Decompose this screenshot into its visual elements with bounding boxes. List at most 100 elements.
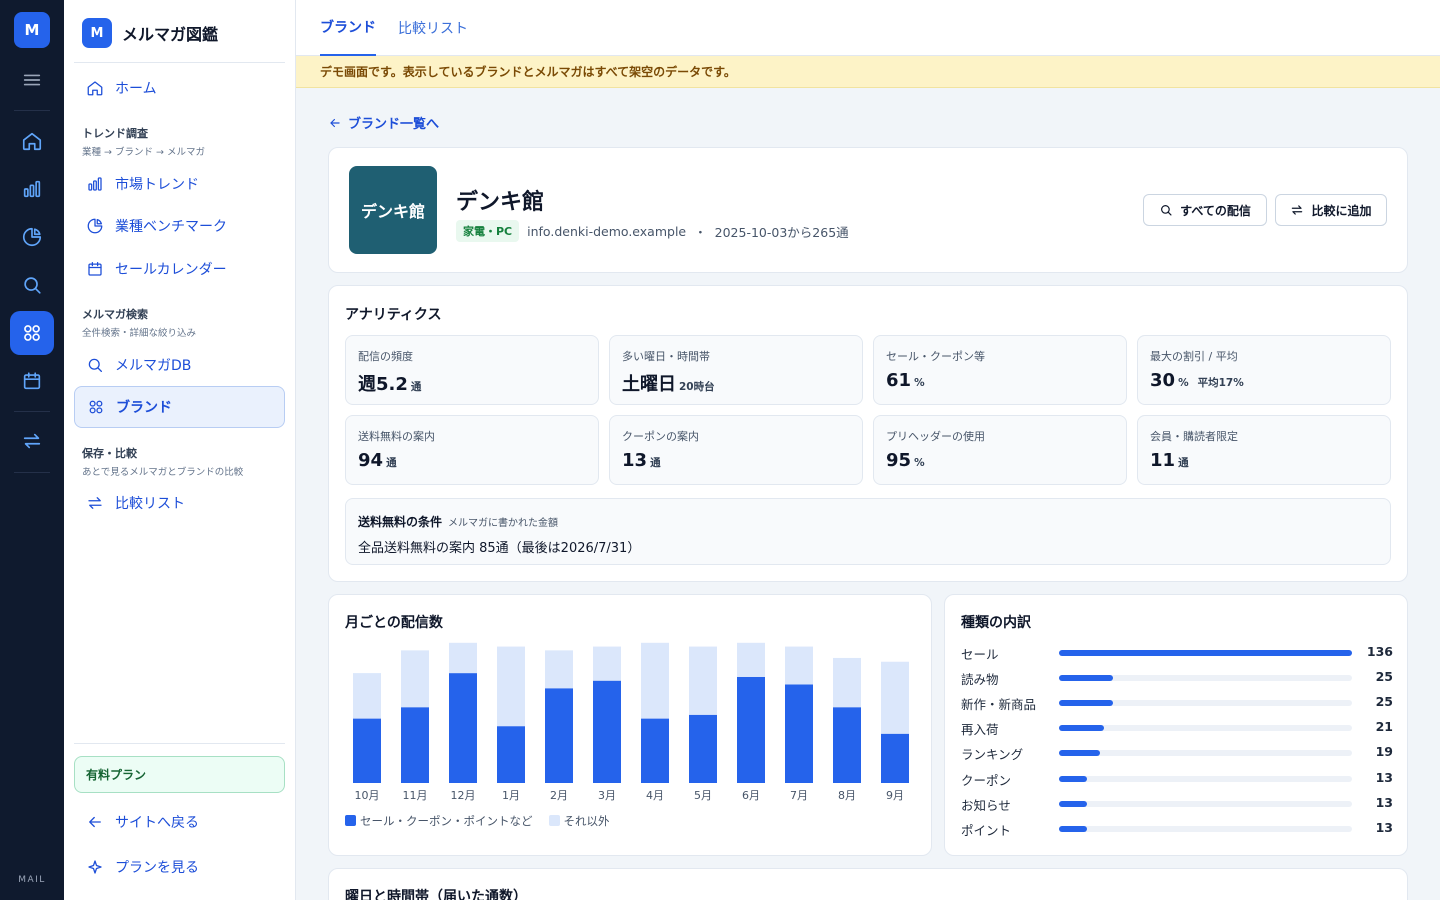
bar-sale-segment[interactable] bbox=[497, 726, 525, 783]
rail-grid-icon[interactable] bbox=[10, 311, 54, 355]
tab-compare-list[interactable]: 比較リスト bbox=[398, 0, 468, 56]
breakdown-fill bbox=[1059, 650, 1352, 656]
bar-sale-segment[interactable] bbox=[593, 680, 621, 783]
breakdown-track bbox=[1059, 750, 1352, 757]
legend-swatch bbox=[345, 815, 356, 826]
rail-bar-chart-icon[interactable] bbox=[10, 167, 54, 211]
bar-sale-segment[interactable] bbox=[737, 676, 765, 783]
rail-search-icon[interactable] bbox=[10, 263, 54, 307]
sidebar-item-label: メルマガDB bbox=[115, 358, 192, 374]
breakdown-value: 13 bbox=[1375, 794, 1393, 810]
bar-other-segment[interactable] bbox=[785, 646, 813, 685]
bar-sale-segment[interactable] bbox=[353, 718, 381, 783]
metric-value: 11 bbox=[1150, 450, 1176, 471]
x-tick-label: 3月 bbox=[598, 789, 616, 802]
metric-send-frequency: 配信の頻度 週5.2 通 bbox=[345, 335, 599, 405]
search-icon bbox=[1161, 205, 1172, 216]
compare-icon bbox=[88, 497, 102, 509]
bar-sale-segment[interactable] bbox=[449, 673, 477, 783]
metric-coupon: クーポンの案内 13 通 bbox=[609, 415, 863, 485]
breakdown-row[interactable]: セール 136 bbox=[961, 643, 1393, 663]
pie-chart-icon bbox=[87, 218, 103, 234]
rail-pie-chart-icon[interactable] bbox=[10, 215, 54, 259]
free-shipping-conditions: 送料無料の条件 メルマガに書かれた金額 全品送料無料の案内 85通（最後は2026… bbox=[345, 498, 1391, 565]
paid-plan-badge[interactable]: 有料プラン bbox=[74, 756, 285, 793]
section-title: トレンド調査 bbox=[82, 127, 148, 140]
sidebar-item-sale-calendar[interactable]: セールカレンダー bbox=[74, 248, 285, 290]
breakdown-value: 13 bbox=[1375, 769, 1393, 785]
metric-preheader: プリヘッダーの使用 95% bbox=[873, 415, 1127, 485]
back-to-site-link[interactable]: サイトへ戻る bbox=[74, 801, 285, 843]
shipping-label: 送料無料の条件 bbox=[358, 515, 443, 529]
add-to-compare-button[interactable]: 比較に追加 bbox=[1275, 194, 1387, 226]
metric-free-shipping: 送料無料の案内 94 通 bbox=[345, 415, 599, 485]
rail-home-icon[interactable] bbox=[10, 119, 54, 163]
bar-other-segment[interactable] bbox=[593, 646, 621, 681]
sidebar-item-label: 市場トレンド bbox=[115, 177, 199, 193]
back-to-brand-list-link[interactable]: ブランド一覧へ bbox=[328, 113, 439, 132]
rail-divider bbox=[14, 110, 50, 111]
breakdown-label: クーポン bbox=[961, 772, 1012, 788]
bar-other-segment[interactable] bbox=[353, 673, 381, 719]
breakdown-row[interactable]: お知らせ 13 bbox=[961, 794, 1393, 814]
calendar-icon bbox=[88, 261, 102, 276]
metric-sale-coupon-share: セール・クーポン等 61% bbox=[873, 335, 1127, 405]
sidebar-item-mailmag-db[interactable]: メルマガDB bbox=[74, 344, 285, 386]
rail-calendar-icon[interactable] bbox=[10, 359, 54, 403]
sidebar-item-brand[interactable]: ブランド bbox=[74, 386, 285, 428]
metric-unit: % bbox=[1178, 377, 1189, 389]
sidebar-item-industry-benchmark[interactable]: 業種ベンチマーク bbox=[74, 205, 285, 247]
x-tick-label: 5月 bbox=[694, 789, 712, 802]
metric-unit: 通 bbox=[386, 457, 397, 469]
metric-value: 61 bbox=[886, 370, 912, 391]
breakdown-row[interactable]: 再入荷 21 bbox=[961, 718, 1393, 738]
bar-other-segment[interactable] bbox=[545, 650, 573, 689]
bar-other-segment[interactable] bbox=[497, 646, 525, 727]
bar-other-segment[interactable] bbox=[737, 642, 765, 677]
bar-other-segment[interactable] bbox=[641, 642, 669, 719]
breakdown-label: 読み物 bbox=[961, 672, 999, 688]
meta-separator: ・ bbox=[694, 224, 707, 240]
x-tick-label: 8月 bbox=[838, 789, 856, 802]
brand-name: デンキ館 bbox=[456, 190, 545, 215]
see-plans-link[interactable]: プランを見る bbox=[74, 846, 285, 888]
section-trend: トレンド調査 業種 → ブランド → メルマガ bbox=[82, 125, 205, 158]
metric-unit: 通 bbox=[1178, 457, 1189, 469]
breakdown-row[interactable]: 読み物 25 bbox=[961, 668, 1393, 688]
breakdown-row[interactable]: クーポン 13 bbox=[961, 769, 1393, 789]
bar-sale-segment[interactable] bbox=[401, 707, 429, 783]
bar-sale-segment[interactable] bbox=[833, 707, 861, 783]
bar-sale-segment[interactable] bbox=[881, 733, 909, 783]
breakdown-row[interactable]: ポイント 13 bbox=[961, 819, 1393, 839]
grid-icon bbox=[89, 400, 103, 414]
bar-sale-segment[interactable] bbox=[641, 718, 669, 783]
sidebar-divider bbox=[74, 743, 285, 744]
metric-label: セール・クーポン等 bbox=[886, 350, 985, 363]
bar-other-segment[interactable] bbox=[449, 642, 477, 674]
section-search: メルマガ検索 全件検索・詳細な絞り込み bbox=[82, 306, 196, 339]
rail-compare-icon[interactable] bbox=[10, 419, 54, 463]
breakdown-row[interactable]: ランキング 19 bbox=[961, 743, 1393, 763]
sidebar-item-compare-list[interactable]: 比較リスト bbox=[74, 482, 285, 524]
bar-other-segment[interactable] bbox=[833, 657, 861, 708]
menu-icon[interactable] bbox=[10, 58, 54, 102]
bar-sale-segment[interactable] bbox=[545, 688, 573, 783]
sidebar-item-market-trend[interactable]: 市場トレンド bbox=[74, 163, 285, 205]
bar-other-segment[interactable] bbox=[689, 646, 717, 715]
bar-other-segment[interactable] bbox=[881, 661, 909, 734]
shipping-value: 全品送料無料の案内 85通（最後は2026/7/31） bbox=[358, 541, 641, 556]
legend-label: セール・クーポン・ポイントなど bbox=[360, 814, 533, 828]
category-badge[interactable]: 家電・PC bbox=[456, 220, 520, 242]
app-logo[interactable]: M bbox=[14, 12, 50, 48]
bar-other-segment[interactable] bbox=[401, 650, 429, 708]
sidebar-item-home[interactable]: ホーム bbox=[74, 67, 285, 109]
breakdown-row[interactable]: 新作・新商品 25 bbox=[961, 693, 1393, 713]
x-tick-label: 9月 bbox=[886, 789, 904, 802]
bar-sale-segment[interactable] bbox=[785, 684, 813, 783]
tab-brand[interactable]: ブランド bbox=[320, 0, 376, 56]
brand-logo: デンキ館 bbox=[349, 166, 437, 254]
bar-sale-segment[interactable] bbox=[689, 714, 717, 783]
breakdown-label: 新作・新商品 bbox=[961, 697, 1037, 713]
all-mails-button[interactable]: すべての配信 bbox=[1143, 194, 1267, 226]
sidebar-brand[interactable]: M メルマガ図鑑 bbox=[82, 18, 218, 48]
